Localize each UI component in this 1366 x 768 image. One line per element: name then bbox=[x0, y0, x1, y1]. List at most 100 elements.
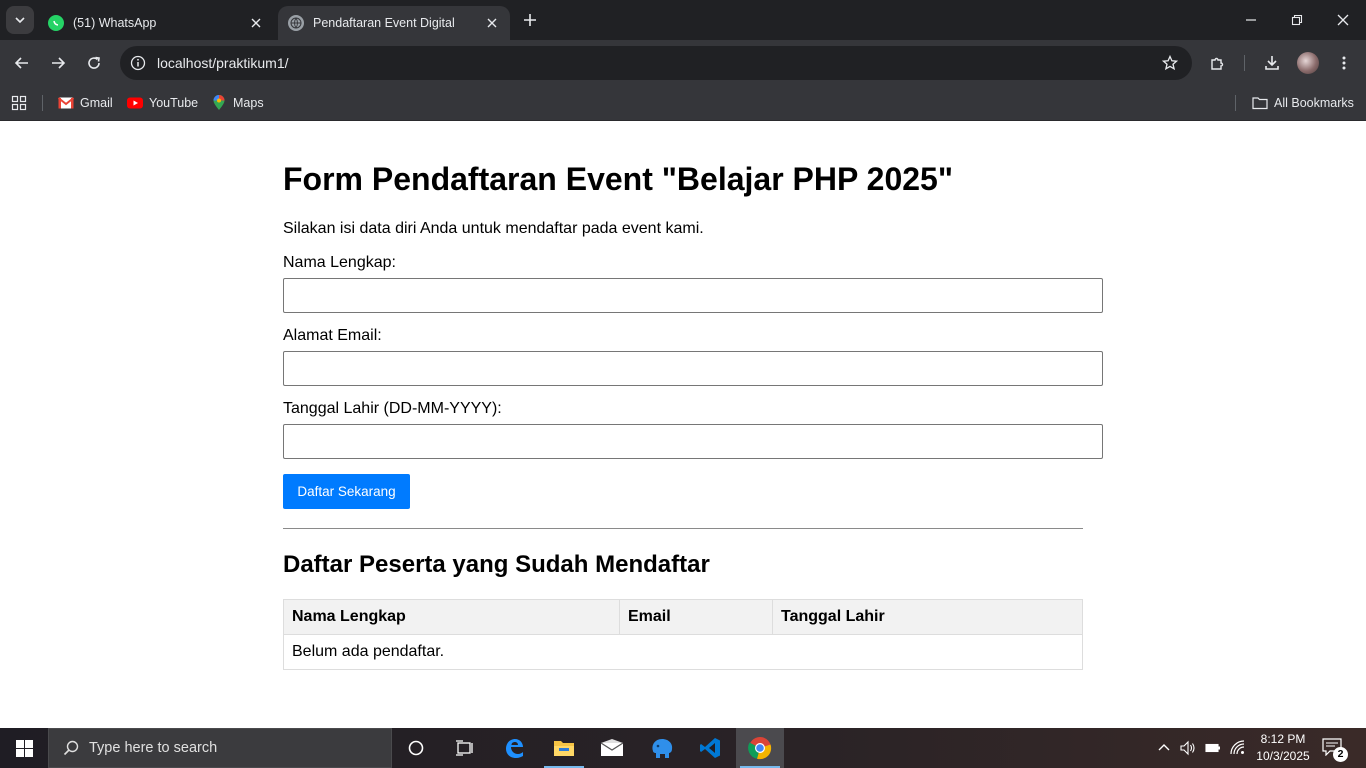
intro-text: Silakan isi data diri Anda untuk mendaft… bbox=[283, 220, 704, 237]
downloads-button[interactable] bbox=[1258, 49, 1286, 77]
volume-button[interactable] bbox=[1180, 740, 1196, 756]
battery-button[interactable] bbox=[1205, 740, 1221, 756]
participants-title: Daftar Peserta yang Sudah Mendaftar bbox=[283, 551, 710, 578]
table-row: Belum ada pendaftar. bbox=[283, 634, 1083, 670]
column-header-dob: Tanggal Lahir bbox=[772, 599, 1083, 635]
browser-tab-bar: (51) WhatsApp Pendaftaran Event Digital bbox=[0, 0, 1366, 40]
gmail-icon bbox=[58, 95, 74, 111]
bookmarks-divider bbox=[1235, 95, 1236, 111]
search-placeholder: Type here to search bbox=[89, 740, 218, 756]
bookmark-maps[interactable]: Maps bbox=[211, 93, 264, 113]
clock-time: 8:12 PM bbox=[1260, 732, 1306, 746]
new-tab-button[interactable] bbox=[518, 10, 542, 30]
all-bookmarks-button[interactable]: All Bookmarks bbox=[1252, 93, 1354, 113]
minimize-button[interactable] bbox=[1228, 0, 1274, 40]
wifi-icon bbox=[1230, 740, 1245, 755]
edge-icon bbox=[506, 739, 523, 758]
bookmark-label: Maps bbox=[233, 96, 264, 110]
apps-grid-icon bbox=[11, 95, 27, 111]
task-view-icon bbox=[456, 740, 473, 756]
edge-app[interactable] bbox=[490, 728, 538, 768]
site-info-icon[interactable] bbox=[128, 53, 148, 73]
bookmark-label: YouTube bbox=[149, 96, 199, 110]
mail-icon bbox=[600, 739, 624, 756]
tab-search-button[interactable] bbox=[6, 6, 34, 34]
email-label: Alamat Email: bbox=[283, 327, 382, 344]
address-bar[interactable]: localhost/praktikum1/ bbox=[120, 46, 1192, 80]
dob-input[interactable] bbox=[283, 424, 1103, 459]
windows-taskbar: Type here to search 8:12 PM 10/3/2025 2 bbox=[0, 728, 1366, 768]
chevron-down-icon bbox=[15, 17, 25, 24]
close-icon[interactable] bbox=[248, 15, 264, 31]
download-icon bbox=[1265, 56, 1279, 70]
page-title: Form Pendaftaran Event "Belajar PHP 2025… bbox=[283, 161, 954, 197]
tab-pendaftaran[interactable]: Pendaftaran Event Digital bbox=[278, 6, 510, 40]
network-button[interactable] bbox=[1230, 740, 1246, 756]
bookmark-gmail[interactable]: Gmail bbox=[58, 93, 113, 113]
all-bookmarks-label: All Bookmarks bbox=[1274, 96, 1354, 110]
more-vertical-icon bbox=[1342, 56, 1346, 70]
section-divider bbox=[283, 528, 1083, 529]
bookmark-label: Gmail bbox=[80, 96, 113, 110]
tray-expand-button[interactable] bbox=[1156, 740, 1172, 756]
chevron-up-icon bbox=[1158, 744, 1170, 751]
table-header-row: Nama Lengkap Email Tanggal Lahir bbox=[283, 599, 1083, 635]
bookmark-youtube[interactable]: YouTube bbox=[127, 93, 198, 113]
tab-whatsapp[interactable]: (51) WhatsApp bbox=[38, 6, 274, 40]
email-input[interactable] bbox=[283, 351, 1103, 386]
close-icon bbox=[1337, 14, 1349, 26]
url-text[interactable]: localhost/praktikum1/ bbox=[157, 55, 289, 71]
back-button[interactable] bbox=[8, 49, 36, 77]
folder-icon bbox=[554, 741, 574, 756]
dob-label: Tanggal Lahir (DD-MM-YYYY): bbox=[283, 400, 502, 417]
clock-date: 10/3/2025 bbox=[1256, 749, 1310, 763]
elephant-app[interactable] bbox=[638, 728, 686, 768]
chrome-icon bbox=[748, 737, 772, 760]
tab-title: (51) WhatsApp bbox=[73, 16, 157, 30]
empty-message: Belum ada pendaftar. bbox=[283, 634, 1083, 670]
puzzle-icon bbox=[1211, 57, 1224, 70]
reload-button[interactable] bbox=[80, 49, 108, 77]
extensions-button[interactable] bbox=[1204, 49, 1232, 77]
name-label: Nama Lengkap: bbox=[283, 254, 396, 271]
column-header-name: Nama Lengkap bbox=[283, 599, 620, 635]
bookmarks-bar: Gmail YouTube Maps All Bookmarks bbox=[0, 86, 1366, 121]
mail-app[interactable] bbox=[588, 728, 636, 768]
apps-button[interactable] bbox=[11, 93, 27, 113]
taskbar-search-box[interactable]: Type here to search bbox=[48, 728, 392, 768]
folder-icon bbox=[1252, 95, 1268, 111]
menu-button[interactable] bbox=[1330, 49, 1358, 77]
plus-icon bbox=[524, 14, 536, 26]
bookmark-star-icon[interactable] bbox=[1160, 53, 1180, 73]
task-view-button[interactable] bbox=[440, 728, 488, 768]
minimize-icon bbox=[1246, 19, 1256, 21]
arrow-left-icon bbox=[14, 57, 28, 69]
restore-button[interactable] bbox=[1274, 0, 1320, 40]
cortana-button[interactable] bbox=[392, 728, 440, 768]
chrome-app[interactable] bbox=[736, 728, 784, 768]
reload-icon bbox=[88, 56, 100, 69]
notification-count-badge: 2 bbox=[1333, 747, 1348, 762]
cortana-circle-icon bbox=[408, 740, 424, 756]
restore-icon bbox=[1291, 14, 1303, 26]
file-explorer-app[interactable] bbox=[540, 728, 588, 768]
name-input[interactable] bbox=[283, 278, 1103, 313]
participants-table: Nama Lengkap Email Tanggal Lahir Belum a… bbox=[283, 599, 1083, 670]
close-window-button[interactable] bbox=[1320, 0, 1366, 40]
tab-title: Pendaftaran Event Digital bbox=[313, 16, 455, 30]
close-icon[interactable] bbox=[484, 15, 500, 31]
profile-avatar[interactable] bbox=[1297, 52, 1319, 74]
youtube-icon bbox=[127, 95, 143, 111]
vscode-app[interactable] bbox=[686, 728, 734, 768]
browser-toolbar: localhost/praktikum1/ bbox=[0, 40, 1366, 86]
vscode-icon bbox=[700, 738, 720, 758]
globe-icon bbox=[288, 15, 304, 31]
start-button[interactable] bbox=[0, 728, 48, 768]
forward-button[interactable] bbox=[44, 49, 72, 77]
bookmarks-divider bbox=[42, 95, 43, 111]
page-viewport: Form Pendaftaran Event "Belajar PHP 2025… bbox=[0, 121, 1366, 728]
submit-button[interactable]: Daftar Sekarang bbox=[283, 474, 410, 509]
search-icon bbox=[63, 740, 79, 756]
toolbar-divider bbox=[1244, 55, 1245, 71]
taskbar-clock[interactable]: 8:12 PM 10/3/2025 bbox=[1248, 731, 1318, 765]
